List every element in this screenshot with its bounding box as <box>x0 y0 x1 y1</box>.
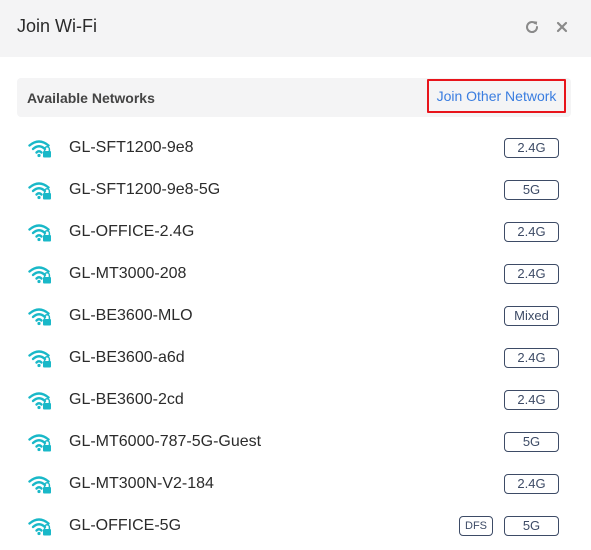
network-name: GL-MT300N-V2-184 <box>69 475 214 492</box>
join-wifi-dialog: Join Wi-Fi Available Networks Join Other… <box>0 0 591 550</box>
band-badge: 2.4G <box>504 222 559 242</box>
network-name: GL-MT6000-787-5G-Guest <box>69 433 262 450</box>
network-name: GL-OFFICE-2.4G <box>69 223 195 240</box>
wifi-lock-icon <box>28 433 52 453</box>
join-other-network-link[interactable]: Join Other Network <box>427 79 566 113</box>
network-name: GL-BE3600-2cd <box>69 391 184 408</box>
network-row[interactable]: GL-OFFICE-5G DFS 5G <box>0 505 591 547</box>
dialog-header: Join Wi-Fi <box>0 0 591 57</box>
available-networks-header: Available Networks Join Other Network <box>17 78 571 117</box>
network-name: GL-BE3600-MLO <box>69 307 193 324</box>
network-row[interactable]: GL-MT3000-208 2.4G <box>0 253 591 295</box>
wifi-lock-icon <box>28 349 52 369</box>
network-name: GL-SFT1200-9e8-5G <box>69 181 221 198</box>
close-icon[interactable] <box>552 17 572 37</box>
available-networks-title: Available Networks <box>27 90 155 106</box>
network-row[interactable]: GL-BE3600-a6d 2.4G <box>0 337 591 379</box>
dfs-badge: DFS <box>459 516 493 536</box>
refresh-icon[interactable] <box>522 17 542 37</box>
network-row[interactable]: GL-MT6000-787-5G-Guest 5G <box>0 421 591 463</box>
network-row[interactable]: GL-MT300N-V2-184 2.4G <box>0 463 591 505</box>
band-badge: 5G <box>504 432 559 452</box>
band-badge: 2.4G <box>504 348 559 368</box>
wifi-lock-icon <box>28 223 52 243</box>
band-badge: 5G <box>504 180 559 200</box>
network-name: GL-MT3000-208 <box>69 265 187 282</box>
network-row[interactable]: GL-BE3600-2cd 2.4G <box>0 379 591 421</box>
band-badge: Mixed <box>504 306 559 326</box>
network-name: GL-BE3600-a6d <box>69 349 185 366</box>
band-badge: 2.4G <box>504 138 559 158</box>
network-row[interactable]: GL-SFT1200-9e8 2.4G <box>0 127 591 169</box>
wifi-lock-icon <box>28 181 52 201</box>
dialog-title: Join Wi-Fi <box>17 16 97 36</box>
wifi-lock-icon <box>28 517 52 537</box>
network-name: GL-OFFICE-5G <box>69 517 182 534</box>
band-badge: 2.4G <box>504 474 559 494</box>
network-name: GL-SFT1200-9e8 <box>69 139 194 156</box>
network-row[interactable]: GL-OFFICE-2.4G 2.4G <box>0 211 591 253</box>
wifi-lock-icon <box>28 475 52 495</box>
wifi-lock-icon <box>28 307 52 327</box>
network-row[interactable]: GL-SFT1200-9e8-5G 5G <box>0 169 591 211</box>
network-list: GL-SFT1200-9e8 2.4G GL-SFT1200-9e8-5G 5G GL-… <box>0 127 591 547</box>
band-badge: 5G <box>504 516 559 536</box>
network-row[interactable]: GL-BE3600-MLO Mixed <box>0 295 591 337</box>
wifi-lock-icon <box>28 265 52 285</box>
band-badge: 2.4G <box>504 390 559 410</box>
band-badge: 2.4G <box>504 264 559 284</box>
wifi-lock-icon <box>28 139 52 159</box>
wifi-lock-icon <box>28 391 52 411</box>
